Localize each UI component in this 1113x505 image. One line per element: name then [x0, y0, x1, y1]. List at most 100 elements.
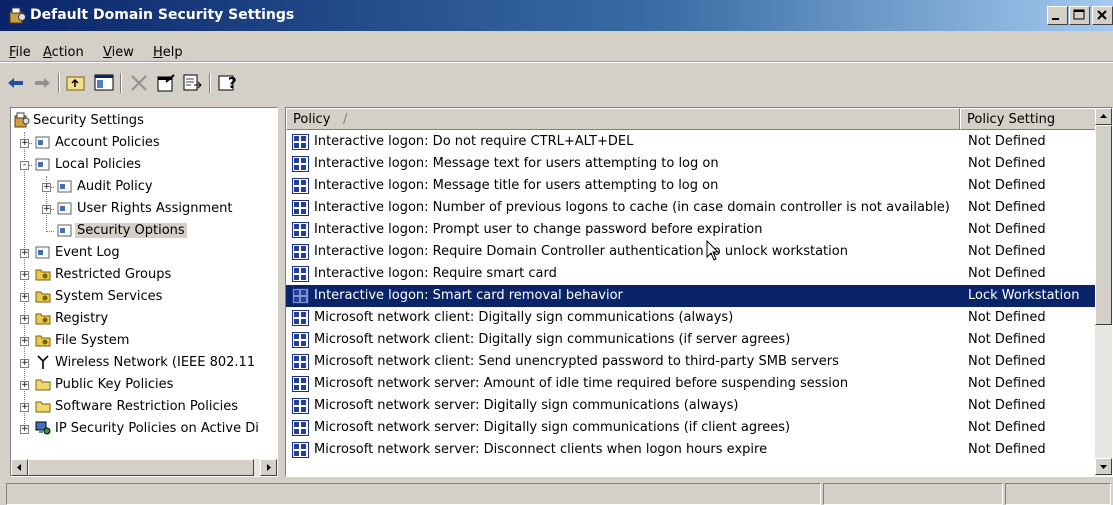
scroll-down-button[interactable] [1095, 458, 1112, 475]
menu-action[interactable]: Action [43, 45, 84, 60]
expand-icon[interactable]: + [42, 183, 51, 192]
tree-horizontal-scrollbar[interactable] [11, 459, 277, 476]
mouse-cursor-icon [706, 240, 720, 261]
table-row[interactable]: Interactive logon: Message text for user… [286, 153, 1098, 175]
tree-item-label: System Services [55, 289, 163, 304]
policy-setting-value: Not Defined [968, 222, 1046, 237]
table-row[interactable]: Microsoft network server: Amount of idle… [286, 373, 1098, 395]
column-header-label: Policy Setting [967, 112, 1056, 127]
scroll-thumb[interactable] [1095, 125, 1112, 325]
expand-icon[interactable]: + [20, 293, 29, 302]
table-row[interactable]: Interactive logon: Number of previous lo… [286, 197, 1098, 219]
policy-setting-icon [292, 156, 309, 172]
policy-list-pane[interactable]: Policy / Policy Setting Interactive logo… [285, 107, 1113, 477]
scroll-left-button[interactable] [11, 459, 28, 476]
help-icon[interactable]: ? [216, 72, 238, 94]
policy-folder-icon [57, 180, 72, 193]
export-list-icon[interactable] [181, 72, 203, 94]
table-row[interactable]: Microsoft network server: Digitally sign… [286, 395, 1098, 417]
menu-view[interactable]: View [103, 45, 134, 60]
tree-pane[interactable]: Security Settings + Account Policies - L… [10, 107, 278, 477]
secured-folder-icon [35, 313, 51, 325]
policy-setting-icon [292, 332, 309, 348]
policy-name: Interactive logon: Number of previous lo… [314, 200, 950, 215]
policy-setting-icon [292, 200, 309, 216]
policy-name: Interactive logon: Message text for user… [314, 156, 719, 171]
title-bar[interactable]: Default Domain Security Settings [0, 0, 1113, 31]
ip-security-icon [35, 421, 51, 435]
policy-setting-value: Not Defined [968, 442, 1046, 457]
expand-icon[interactable]: + [20, 337, 29, 346]
expand-icon[interactable]: + [20, 359, 29, 368]
minimize-button[interactable] [1047, 6, 1068, 25]
show-hide-tree-icon[interactable] [93, 72, 115, 94]
collapse-icon[interactable]: - [20, 161, 29, 170]
table-row[interactable]: Interactive logon: Message title for use… [286, 175, 1098, 197]
expand-icon[interactable]: + [20, 271, 29, 280]
expand-icon[interactable]: + [20, 403, 29, 412]
scroll-thumb[interactable] [28, 459, 254, 476]
expand-icon[interactable]: + [20, 381, 29, 390]
tree-item-label: Local Policies [55, 157, 141, 172]
tree-item-label: Restricted Groups [55, 267, 172, 282]
back-arrow-icon[interactable] [5, 72, 27, 94]
arrow-left-icon [17, 464, 21, 471]
policy-setting-value: Not Defined [968, 200, 1046, 215]
policy-setting-value: Not Defined [968, 266, 1046, 281]
table-row[interactable]: Interactive logon: Prompt user to change… [286, 219, 1098, 241]
tree-item-label: File System [55, 333, 130, 348]
antenna-icon [37, 355, 49, 369]
policy-setting-icon [292, 244, 309, 260]
expand-icon[interactable]: + [20, 249, 29, 258]
window: Default Domain Security Settings File Ac… [0, 0, 1113, 505]
close-button[interactable] [1092, 6, 1113, 25]
table-row[interactable]: Microsoft network client: Digitally sign… [286, 307, 1098, 329]
up-folder-icon[interactable] [65, 72, 87, 94]
secured-folder-icon [35, 269, 51, 281]
policy-setting-value: Not Defined [968, 134, 1046, 149]
policy-name: Interactive logon: Require smart card [314, 266, 557, 281]
policy-setting-icon [292, 266, 309, 282]
window-title: Default Domain Security Settings [30, 7, 295, 23]
properties-icon[interactable] [155, 72, 177, 94]
policy-setting-value: Not Defined [968, 178, 1046, 193]
table-row[interactable]: Interactive logon: Do not require CTRL+A… [286, 131, 1098, 153]
menu-file[interactable]: File [9, 45, 31, 60]
scroll-up-button[interactable] [1095, 108, 1112, 125]
list-vertical-scrollbar[interactable] [1095, 108, 1112, 476]
delete-icon[interactable] [128, 72, 150, 94]
tree-item-label: Registry [55, 311, 109, 326]
policy-setting-icon [292, 288, 309, 304]
column-header-label: Policy [293, 112, 331, 127]
policy-setting-value: Not Defined [968, 156, 1046, 171]
table-row[interactable]: Microsoft network client: Digitally sign… [286, 329, 1098, 351]
expand-icon[interactable]: + [42, 205, 51, 214]
minimize-icon [1052, 18, 1059, 20]
maximize-icon [1073, 9, 1085, 20]
expand-icon[interactable]: + [20, 425, 29, 434]
expand-icon[interactable]: + [20, 315, 29, 324]
expand-icon[interactable]: + [20, 139, 29, 148]
table-row[interactable]: Interactive logon: Smart card removal be… [286, 285, 1098, 307]
policy-folder-icon [35, 136, 50, 149]
policy-name: Microsoft network server: Amount of idle… [314, 376, 849, 391]
table-row[interactable]: Interactive logon: Require Domain Contro… [286, 241, 1098, 263]
policy-setting-icon [292, 376, 309, 392]
table-row[interactable]: Microsoft network server: Disconnect cli… [286, 439, 1098, 461]
policy-setting-icon [292, 398, 309, 414]
column-header-setting[interactable]: Policy Setting [960, 108, 1096, 130]
status-panel [823, 483, 1003, 505]
column-header-policy[interactable]: Policy / [286, 108, 960, 130]
policy-setting-value: Not Defined [968, 332, 1046, 347]
table-row[interactable]: Microsoft network client: Send unencrypt… [286, 351, 1098, 373]
table-row[interactable]: Interactive logon: Require smart card Not… [286, 263, 1098, 285]
tree-item-label: User Rights Assignment [77, 201, 233, 216]
table-row[interactable]: Microsoft network server: Digitally sign… [286, 417, 1098, 439]
maximize-button[interactable] [1069, 6, 1090, 25]
menu-help[interactable]: Help [153, 45, 183, 60]
forward-arrow-icon[interactable] [31, 72, 53, 94]
status-bar [0, 480, 1113, 505]
scroll-right-button[interactable] [260, 459, 277, 476]
policy-setting-icon [292, 134, 309, 150]
arrow-down-icon [1100, 465, 1107, 469]
